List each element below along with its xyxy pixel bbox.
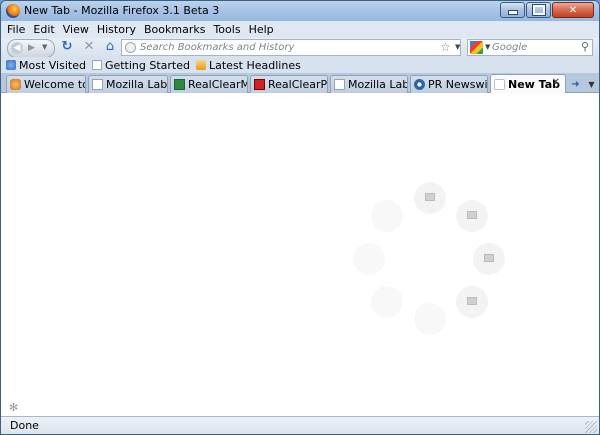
bookmark-most-visited[interactable]: Most Visited bbox=[6, 59, 86, 72]
page-icon bbox=[92, 79, 103, 90]
realclearpolitics-favicon-icon bbox=[254, 79, 265, 90]
tab-label: Welcome to ... bbox=[24, 78, 85, 91]
search-magnifier-icon[interactable]: ⚲ bbox=[581, 40, 589, 53]
page-icon bbox=[91, 60, 102, 70]
status-bar: Done bbox=[1, 416, 599, 434]
loading-thumbnail bbox=[414, 182, 446, 214]
status-text: Done bbox=[10, 419, 39, 432]
reload-button[interactable]: ↻ bbox=[59, 39, 75, 55]
history-dropdown-button[interactable]: ▼ bbox=[42, 43, 47, 51]
loading-thumbnail bbox=[456, 286, 488, 318]
forward-button[interactable]: ▶ bbox=[28, 43, 35, 53]
tab-mozilla-labs-1[interactable]: Mozilla Labs ... bbox=[88, 75, 168, 93]
all-tabs-dropdown-icon[interactable]: ▼ bbox=[584, 76, 599, 92]
menu-tools[interactable]: Tools bbox=[209, 23, 244, 36]
bookmark-label: Most Visited bbox=[19, 58, 86, 72]
window-title: New Tab - Mozilla Firefox 3.1 Beta 3 bbox=[24, 4, 220, 17]
asterisk-icon: ✻ bbox=[9, 401, 19, 414]
maximize-button[interactable] bbox=[526, 2, 551, 18]
menu-file[interactable]: File bbox=[1, 23, 29, 36]
navigation-toolbar: ◀ ▶ ▼ ↻ ✕ ⌂ ☆ ▼ ▼ ⚲ bbox=[1, 38, 599, 58]
url-input[interactable] bbox=[140, 40, 430, 55]
site-identity-icon[interactable] bbox=[125, 42, 136, 53]
bookmark-label: Latest Headlines bbox=[209, 58, 301, 72]
page-icon bbox=[334, 79, 345, 90]
bookmark-getting-started[interactable]: Getting Started bbox=[91, 58, 190, 72]
loading-thumbnail bbox=[473, 243, 505, 275]
title-bar: New Tab - Mozilla Firefox 3.1 Beta 3 ✕ bbox=[1, 1, 599, 21]
bookmarks-toolbar: Most Visited Getting Started Latest Head… bbox=[1, 57, 599, 73]
maximize-icon bbox=[532, 5, 545, 15]
close-icon: ✕ bbox=[568, 4, 578, 16]
url-dropdown-icon[interactable]: ▼ bbox=[455, 43, 460, 51]
thumbnail-icon bbox=[484, 254, 494, 262]
welcome-favicon-icon bbox=[10, 79, 21, 90]
search-bar[interactable]: ▼ ⚲ bbox=[467, 39, 593, 56]
menu-help[interactable]: Help bbox=[245, 23, 278, 36]
tab-close-icon[interactable]: ✕ bbox=[552, 77, 560, 88]
loading-placeholder bbox=[353, 243, 385, 275]
tab-label: Mozilla Labs ... bbox=[348, 78, 407, 91]
tab-mozilla-labs-2[interactable]: Mozilla Labs ... bbox=[330, 75, 408, 93]
menu-bar: File Edit View History Bookmarks Tools H… bbox=[1, 21, 599, 38]
minimize-icon bbox=[507, 10, 518, 15]
window-controls: ✕ bbox=[499, 2, 594, 19]
new-tab-arrow-icon[interactable]: ➜ bbox=[568, 76, 583, 92]
tab-prnewswire[interactable]: PR Newswire... bbox=[410, 75, 488, 93]
thumbnail-icon bbox=[467, 297, 477, 305]
location-bar[interactable]: ☆ ▼ bbox=[121, 39, 461, 56]
tab-realclearpolitics[interactable]: RealClearPoli... bbox=[250, 75, 328, 93]
resize-grip-icon[interactable] bbox=[585, 421, 597, 433]
bookmark-star-icon[interactable]: ☆ bbox=[440, 40, 451, 54]
minimize-button[interactable] bbox=[500, 2, 525, 18]
google-engine-icon[interactable] bbox=[470, 41, 483, 54]
loading-placeholder bbox=[414, 303, 446, 335]
tab-label: Mozilla Labs ... bbox=[106, 78, 168, 91]
thumbnail-icon bbox=[467, 211, 477, 219]
tab-label: RealClearMa... bbox=[188, 78, 248, 91]
page-content: ✻ bbox=[1, 93, 599, 416]
tab-strip: Welcome to ... Mozilla Labs ... RealClea… bbox=[1, 73, 599, 93]
realclearmarkets-favicon-icon bbox=[174, 79, 185, 90]
engine-dropdown-icon[interactable]: ▼ bbox=[485, 43, 490, 51]
back-forward-control: ◀ ▶ ▼ bbox=[7, 39, 55, 58]
menu-bookmarks[interactable]: Bookmarks bbox=[140, 23, 209, 36]
menu-history[interactable]: History bbox=[93, 23, 140, 36]
firefox-window: New Tab - Mozilla Firefox 3.1 Beta 3 ✕ F… bbox=[0, 0, 600, 435]
loading-placeholder bbox=[371, 200, 403, 232]
tab-label: PR Newswire... bbox=[428, 78, 488, 91]
tab-label: RealClearPoli... bbox=[268, 78, 327, 91]
loading-placeholder bbox=[371, 286, 403, 318]
tab-realclearmarkets[interactable]: RealClearMa... bbox=[170, 75, 248, 93]
tab-welcome[interactable]: Welcome to ... bbox=[6, 75, 86, 93]
rss-folder-icon bbox=[196, 60, 206, 70]
search-input[interactable] bbox=[492, 40, 576, 55]
loading-thumbnail bbox=[456, 200, 488, 232]
tab-new-tab[interactable]: New Tab ✕ bbox=[490, 74, 566, 93]
menu-view[interactable]: View bbox=[59, 23, 93, 36]
new-tab-favicon-icon bbox=[494, 78, 505, 90]
close-button[interactable]: ✕ bbox=[552, 2, 594, 18]
bookmark-label: Getting Started bbox=[104, 58, 190, 72]
stop-button[interactable]: ✕ bbox=[81, 39, 97, 55]
menu-edit[interactable]: Edit bbox=[29, 23, 58, 36]
most-visited-icon bbox=[6, 60, 16, 70]
firefox-logo-icon bbox=[6, 4, 20, 18]
home-button[interactable]: ⌂ bbox=[102, 39, 118, 55]
bookmark-latest-headlines[interactable]: Latest Headlines bbox=[196, 59, 301, 72]
prnewswire-favicon-icon bbox=[414, 79, 425, 90]
thumbnail-icon bbox=[425, 193, 435, 201]
back-button[interactable]: ◀ bbox=[11, 42, 23, 54]
